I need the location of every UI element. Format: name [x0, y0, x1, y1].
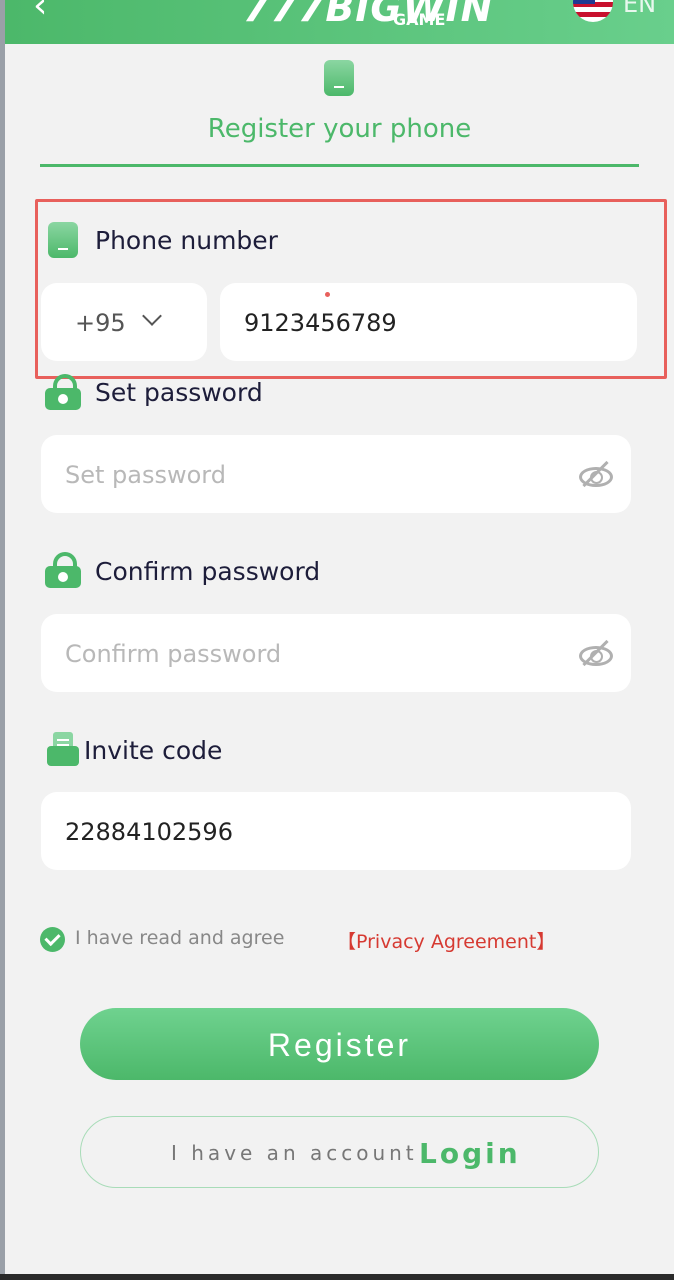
phone-number-field[interactable]: 9123456789	[220, 283, 637, 361]
country-code-select[interactable]: +95	[41, 283, 207, 361]
phone-number-value[interactable]: 9123456789	[244, 309, 397, 337]
login-link[interactable]: Login	[419, 1137, 521, 1170]
register-button[interactable]: Register	[80, 1008, 599, 1080]
logo-subtitle: GAME	[393, 10, 446, 29]
eye-slash-icon[interactable]	[579, 638, 613, 668]
lock-icon	[45, 374, 81, 410]
lock-icon	[45, 552, 81, 588]
check-circle-icon[interactable]	[40, 927, 65, 952]
logo: 777BIGWIN	[243, 0, 494, 30]
confirm-password-placeholder[interactable]: Confirm password	[65, 640, 281, 668]
app-header: ‹ 777BIGWIN GAME EN	[5, 0, 674, 44]
set-password-placeholder[interactable]: Set password	[65, 461, 226, 489]
invite-icon	[47, 732, 79, 768]
eye-slash-icon[interactable]	[579, 459, 613, 489]
chevron-down-icon	[142, 306, 162, 326]
invite-code-field[interactable]: 22884102596	[41, 792, 631, 870]
back-icon[interactable]: ‹	[33, 0, 61, 28]
page-title: Register your phone	[207, 114, 472, 144]
privacy-agreement-link[interactable]: 【Privacy Agreement】	[337, 927, 555, 954]
left-edge	[0, 0, 5, 1280]
set-password-field[interactable]: Set password	[41, 435, 631, 513]
cursor-dot	[325, 292, 330, 297]
confirm-password-label: Confirm password	[95, 557, 321, 586]
language-label[interactable]: EN	[623, 0, 656, 18]
phone-icon	[324, 60, 354, 96]
us-flag-icon[interactable]	[573, 0, 613, 22]
invite-code-value[interactable]: 22884102596	[65, 818, 233, 846]
country-code-value: +95	[75, 309, 126, 337]
login-button[interactable]: I have an account Login	[80, 1116, 599, 1188]
confirm-password-field[interactable]: Confirm password	[41, 614, 631, 692]
bottom-edge	[0, 1274, 674, 1280]
invite-code-label: Invite code	[84, 736, 223, 765]
phone-icon	[48, 222, 78, 258]
agreement-text: I have read and agree	[75, 927, 285, 949]
title-underline	[40, 164, 639, 167]
have-account-text: I have an account	[171, 1141, 418, 1165]
phone-number-label: Phone number	[95, 226, 278, 255]
set-password-label: Set password	[95, 378, 263, 407]
